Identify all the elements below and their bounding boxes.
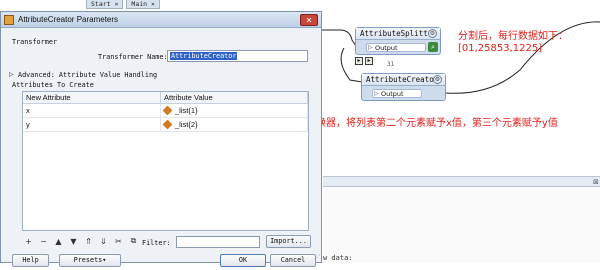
attribute-value-text: _list{1} [175, 106, 198, 115]
import-button[interactable]: Import... [266, 235, 311, 248]
transformer-name-input[interactable]: AttributeCreator [167, 50, 308, 62]
column-header-new-attribute[interactable]: New Attribute [23, 92, 161, 103]
move-top-icon[interactable]: ⇑ [84, 237, 93, 246]
dialog-title: AttributeCreator Parameters [18, 15, 119, 24]
cancel-button[interactable]: Cancel [270, 254, 316, 267]
annotation-line: 分割后，每行数据如下： [458, 31, 568, 42]
table-row[interactable]: x _list{1} [23, 104, 308, 118]
output-port[interactable]: Output [372, 89, 422, 98]
annotation-line: [01,25853,1225] [458, 43, 543, 54]
panel-divider: ⊠ [323, 176, 600, 187]
transformer-name-label: Transformer Name: [98, 53, 168, 61]
gear-icon[interactable]: ⚙ [433, 75, 442, 84]
ok-button[interactable]: OK [220, 254, 266, 267]
feature-icons: ▸ ▸ [355, 57, 373, 65]
move-up-icon[interactable]: ▲ [54, 237, 63, 246]
presets-button[interactable]: Presets▾ [59, 254, 121, 267]
column-header-attribute-value[interactable]: Attribute Value [161, 92, 308, 103]
dialog-buttons: Help Presets▾ OK Cancel [4, 254, 318, 270]
attribute-value-text: _list{2} [175, 120, 198, 129]
expand-arrow-icon[interactable]: ▷ [9, 71, 14, 78]
log-panel [323, 187, 600, 263]
advanced-section-toggle[interactable]: Advanced: Attribute Value Handling [18, 71, 157, 79]
value-icon [162, 105, 173, 116]
filter-label: Filter: [142, 239, 171, 247]
table-toolbar: + − ▲ ▼ ⇑ ⇓ ✂ ⧉ [24, 236, 138, 246]
output-port[interactable]: Output [366, 43, 426, 52]
filter-input[interactable] [176, 236, 260, 248]
value-icon [162, 119, 173, 130]
section-title: Transformer [12, 38, 58, 46]
transformer-name-value: AttributeCreator [170, 52, 238, 60]
attributesplitter-node[interactable]: AttributeSplitter ⚙ Output ⌕ [355, 27, 441, 55]
feature-icon[interactable]: ▸ [355, 57, 363, 65]
log-text: w data: [323, 254, 353, 262]
scroll-mark-icon[interactable]: ⊠ [593, 178, 599, 186]
attributes-table: New Attribute Attribute Value x _list{1}… [22, 91, 309, 231]
gear-icon[interactable]: ⚙ [428, 29, 437, 38]
attribute-value-cell[interactable]: _list{2} [161, 118, 308, 131]
attributecreator-node[interactable]: AttributeCreator ⚙ Output [361, 73, 446, 101]
move-down-icon[interactable]: ▼ [69, 237, 78, 246]
app-icon [4, 14, 14, 25]
attributes-to-create-label: Attributes To Create [12, 81, 94, 89]
move-bottom-icon[interactable]: ⇓ [99, 237, 108, 246]
copy-icon[interactable]: ⧉ [129, 236, 138, 246]
cut-icon[interactable]: ✂ [114, 237, 123, 246]
feature-icon[interactable]: ▸ [365, 57, 373, 65]
add-row-icon[interactable]: + [24, 237, 33, 246]
new-attribute-cell[interactable]: x [23, 104, 161, 117]
new-attribute-cell[interactable]: y [23, 118, 161, 131]
attributecreator-dialog: AttributeCreator Parameters ✕ Transforme… [0, 11, 322, 267]
table-row[interactable]: y _list{2} [23, 118, 308, 132]
table-header: New Attribute Attribute Value [23, 92, 308, 104]
dialog-body: Transformer Transformer Name: AttributeC… [4, 31, 318, 267]
inspect-icon[interactable]: ⌕ [428, 42, 438, 52]
resize-grip-icon[interactable]: ⋰ [314, 254, 320, 261]
remove-row-icon[interactable]: − [39, 237, 48, 246]
close-icon[interactable]: ✕ [300, 14, 318, 26]
connection-in [322, 29, 357, 47]
attribute-value-cell[interactable]: _list{1} [161, 104, 308, 117]
feature-count: 31 [387, 61, 395, 68]
annotation-split-result: 分割后，每行数据如下： [01,25853,1225] [458, 31, 568, 55]
dialog-titlebar: AttributeCreator Parameters ✕ [1, 12, 321, 28]
help-button[interactable]: Help [12, 254, 49, 267]
